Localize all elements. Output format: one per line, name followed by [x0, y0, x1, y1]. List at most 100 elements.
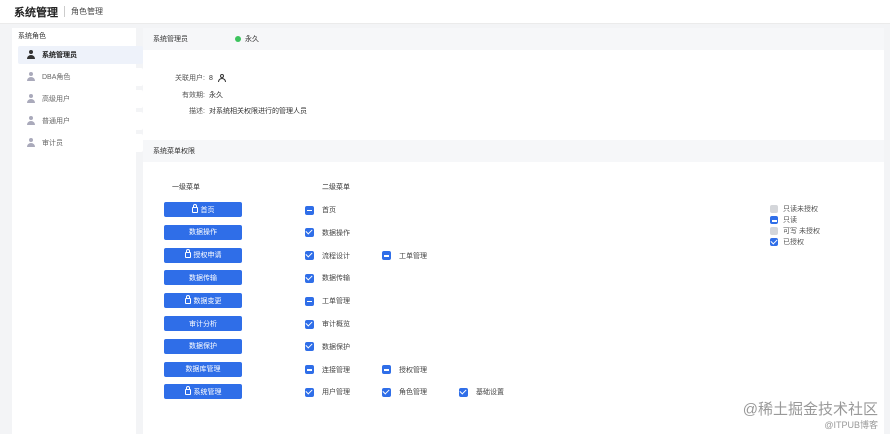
- submenu-item: 基础设置: [459, 387, 504, 397]
- sidebar-item-label: 审计员: [42, 140, 63, 147]
- role-status: 永久: [245, 36, 259, 43]
- menu-button[interactable]: 数据传输: [164, 270, 242, 286]
- role-header: 系统管理员 永久: [143, 28, 884, 50]
- sidebar-item[interactable]: DBA角色: [18, 68, 143, 86]
- submenu-label: 授权管理: [399, 366, 427, 374]
- menu-button-label: 数据传输: [189, 274, 217, 282]
- sidebar-item-label: 普通用户: [42, 118, 70, 125]
- submenu-label: 工单管理: [399, 252, 427, 260]
- validity-row: 有效期: 永久: [143, 90, 223, 100]
- role-sidebar: 系统角色 系统管理员 DBA角色 高级用户 普通用户 审计员: [12, 28, 143, 434]
- user-icon[interactable]: [217, 74, 226, 82]
- legend-item: 已授权: [770, 237, 804, 247]
- permission-checkbox[interactable]: [305, 342, 314, 352]
- legend-swatch: [770, 238, 778, 246]
- menu-button[interactable]: 授权申请: [164, 247, 242, 263]
- menu-button-label: 数据变更: [193, 297, 222, 305]
- permission-checkbox[interactable]: [305, 387, 314, 397]
- submenu-label: 基础设置: [476, 389, 504, 397]
- permission-checkbox[interactable]: [305, 228, 314, 238]
- user-icon: [26, 116, 36, 126]
- role-detail-panel: 系统管理员 永久 关联用户: 8 有效期: 永久 描述: 对系统相关权限进行的管…: [143, 28, 884, 434]
- permission-checkbox[interactable]: [305, 205, 314, 215]
- submenu-label: 工单管理: [322, 298, 350, 306]
- top-bar: 系统管理 角色管理: [0, 0, 890, 24]
- sidebar-item[interactable]: 系统管理员: [18, 46, 143, 64]
- submenu-label: 数据操作: [322, 229, 350, 237]
- legend-item: 可写 未授权: [770, 226, 820, 236]
- submenu-item: 授权管理: [382, 365, 427, 375]
- submenu-item: 首页: [305, 205, 336, 215]
- col-header-level1: 一级菜单: [172, 184, 200, 191]
- user-icon: [26, 94, 36, 104]
- sidebar-item-label: 系统管理员: [42, 52, 77, 59]
- menu-button[interactable]: 首页: [164, 202, 242, 217]
- permission-checkbox[interactable]: [305, 365, 314, 375]
- users-row: 关联用户: 8: [143, 73, 226, 83]
- submenu-item: 数据传输: [305, 273, 350, 283]
- menu-button-label: 首页: [200, 206, 215, 214]
- menu-button-label: 数据操作: [189, 229, 217, 237]
- menu-button-label: 数据库管理: [185, 366, 221, 374]
- permission-section-header: 系统菜单权限: [143, 140, 884, 162]
- menu-button[interactable]: 数据变更: [164, 293, 242, 309]
- page-title: 系统管理: [14, 6, 58, 19]
- legend-label: 已授权: [783, 239, 804, 246]
- description-value: 对系统相关权限进行的管理人员: [209, 108, 307, 115]
- menu-button[interactable]: 数据库管理: [164, 361, 242, 377]
- permission-checkbox[interactable]: [382, 251, 391, 261]
- users-value[interactable]: 8: [209, 75, 213, 82]
- role-name: 系统管理员: [153, 36, 188, 43]
- user-icon: [26, 138, 36, 148]
- permission-checkbox[interactable]: [382, 365, 391, 375]
- permission-checkbox[interactable]: [305, 319, 314, 329]
- sidebar-item-label: 高级用户: [42, 96, 70, 103]
- user-icon: [26, 72, 36, 82]
- permission-checkbox[interactable]: [459, 387, 468, 397]
- sidebar-item[interactable]: 高级用户: [18, 90, 143, 108]
- submenu-label: 数据保护: [322, 343, 350, 351]
- submenu-item: 工单管理: [305, 296, 350, 306]
- submenu-item: 审计概览: [305, 319, 350, 329]
- legend-swatch: [770, 216, 778, 224]
- menu-button[interactable]: 数据保护: [164, 338, 242, 354]
- lock-icon: [184, 249, 191, 259]
- legend-label: 只读: [783, 217, 797, 224]
- permission-section-title: 系统菜单权限: [153, 148, 195, 155]
- submenu-label: 首页: [322, 207, 336, 214]
- description-row: 描述: 对系统相关权限进行的管理人员: [143, 106, 307, 116]
- watermark-itpub: @ITPUB博客: [824, 420, 878, 430]
- menu-button[interactable]: 数据操作: [164, 224, 242, 240]
- submenu-label: 角色管理: [399, 389, 427, 397]
- users-label: 关联用户:: [175, 75, 205, 82]
- validity-label: 有效期:: [182, 92, 205, 99]
- permission-checkbox[interactable]: [305, 273, 314, 283]
- sidebar-item[interactable]: 审计员: [18, 134, 143, 152]
- submenu-label: 审计概览: [322, 321, 350, 328]
- legend-item: 只读未授权: [770, 204, 818, 214]
- permission-checkbox[interactable]: [305, 296, 314, 306]
- legend-swatch: [770, 227, 778, 235]
- legend-item: 只读: [770, 215, 797, 225]
- submenu-label: 数据传输: [322, 275, 350, 283]
- submenu-item: 角色管理: [382, 387, 427, 397]
- menu-button-label: 系统管理: [193, 388, 222, 396]
- watermark-juejin: @稀土掘金技术社区: [742, 401, 878, 418]
- permission-checkbox[interactable]: [305, 251, 314, 261]
- submenu-item: 数据保护: [305, 342, 350, 352]
- sidebar-item[interactable]: 普通用户: [18, 112, 143, 130]
- menu-button[interactable]: 系统管理: [164, 384, 242, 400]
- legend-label: 可写 未授权: [783, 228, 820, 235]
- lock-icon: [184, 385, 191, 395]
- menu-button-label: 审计分析: [189, 320, 217, 328]
- submenu-item: 用户管理: [305, 387, 350, 397]
- sidebar-item-label: DBA角色: [42, 74, 71, 81]
- submenu-label: 流程设计: [322, 252, 350, 260]
- breadcrumb[interactable]: 角色管理: [71, 6, 103, 17]
- user-icon: [26, 50, 36, 60]
- menu-button[interactable]: 审计分析: [164, 316, 242, 331]
- validity-value: 永久: [209, 92, 223, 99]
- permission-checkbox[interactable]: [382, 387, 391, 397]
- submenu-label: 用户管理: [322, 389, 350, 397]
- legend-swatch: [770, 205, 778, 213]
